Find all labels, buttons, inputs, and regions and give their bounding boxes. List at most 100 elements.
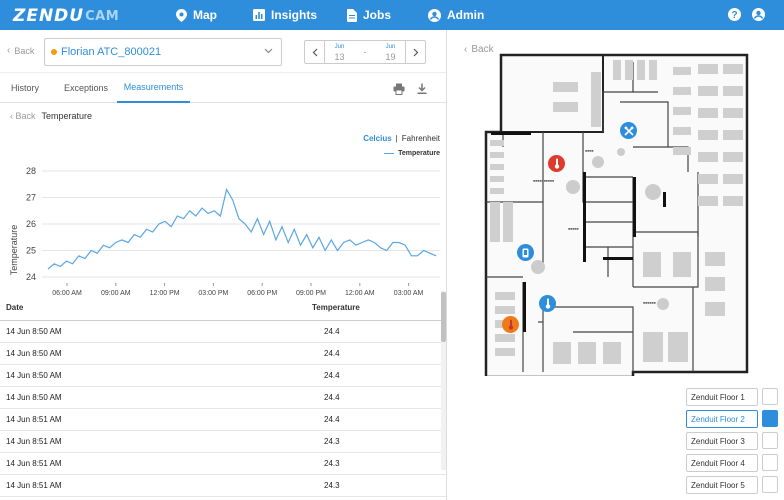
device-select[interactable]: Florian ATC_800021 — [44, 38, 282, 66]
left-panel: ‹ Back Florian ATC_800021 Jun 13 - Jun 1… — [0, 30, 447, 500]
breadcrumb-back-label: Back — [15, 111, 36, 121]
desk-shape — [723, 130, 743, 140]
desk-shape — [649, 60, 657, 80]
desk-shape — [490, 176, 504, 182]
floor-item-4[interactable]: Zenduit Floor 4 — [686, 454, 758, 472]
nav-item-admin[interactable]: Admin — [428, 7, 484, 23]
thermometer-pin-orange[interactable] — [502, 316, 519, 333]
desk-shape — [723, 196, 743, 206]
thermometer-icon — [545, 298, 550, 309]
desk-shape — [668, 332, 688, 362]
desk-shape — [723, 86, 743, 96]
nav-item-insights[interactable]: Insights — [253, 7, 317, 23]
desk-shape — [673, 67, 691, 75]
start-date[interactable]: Jun 13 — [334, 43, 345, 62]
tab-measurements[interactable]: Measurements — [117, 73, 190, 103]
fahrenheit-option[interactable]: Fahrenheit — [402, 134, 440, 143]
table-row[interactable]: 14 Jun 8:50 AM 24.4 — [0, 343, 446, 365]
desk-shape — [705, 302, 725, 316]
column-header-temperature[interactable]: Temperature — [312, 303, 360, 312]
table-row[interactable]: 14 Jun 8:51 AM 24.3 — [0, 453, 446, 475]
breadcrumb-title: Temperature — [41, 111, 93, 121]
table-row[interactable]: 14 Jun 8:50 AM 24.4 — [0, 365, 446, 387]
next-range-button[interactable] — [405, 41, 425, 63]
desk-shape — [553, 102, 578, 112]
desk-shape — [673, 107, 691, 115]
desk-shape — [723, 64, 743, 74]
document-icon — [347, 8, 357, 22]
tools-pin[interactable] — [620, 122, 637, 139]
floor-item-3[interactable]: Zenduit Floor 3 — [686, 432, 758, 450]
back-button[interactable]: ‹ Back — [7, 45, 34, 56]
desk-shape — [673, 252, 691, 277]
floor-toggle-1[interactable] — [762, 388, 778, 405]
table-row[interactable]: 14 Jun 8:51 AM 24.3 — [0, 431, 446, 453]
help-icon[interactable]: ? — [728, 8, 741, 21]
table-row[interactable]: 14 Jun 8:50 AM 24.4 — [0, 321, 446, 343]
temperature-line[interactable] — [47, 187, 437, 270]
temperature-chart: 2425262728 06:00 AM 09:00 AM 12:00 PM 03:00… — [9, 166, 440, 295]
floor-item-5[interactable]: Zenduit Floor 5 — [686, 476, 758, 494]
zenducam-logo[interactable]: ZENDU CAM — [13, 4, 119, 26]
download-icon[interactable] — [416, 83, 428, 95]
room-label-text: ■■■■■ — [568, 227, 579, 231]
cell-temperature: 24.4 — [324, 415, 340, 424]
desk-shape — [698, 64, 718, 74]
thermometer-pin-blue[interactable] — [539, 295, 556, 312]
desk-shape — [603, 342, 621, 364]
floor-item-2[interactable]: Zenduit Floor 2 — [686, 410, 758, 428]
desk-shape — [625, 60, 633, 80]
map-pin-icon — [176, 8, 187, 22]
chevron-left-icon — [312, 48, 317, 56]
chevron-left-icon: ‹ — [464, 44, 468, 55]
device-pin[interactable] — [517, 244, 534, 261]
desk-shape — [673, 127, 691, 135]
nav-item-label: Jobs — [363, 8, 392, 22]
nav-item-jobs[interactable]: Jobs — [347, 7, 391, 23]
previous-range-button[interactable] — [305, 41, 325, 63]
cell-date: 14 Jun 8:51 AM — [6, 459, 62, 468]
y-tick-label: 26 — [26, 219, 36, 229]
desk-shape — [705, 277, 725, 291]
desk-shape — [723, 108, 743, 118]
table-scrollbar-thumb[interactable] — [441, 292, 446, 342]
desk-shape — [643, 252, 661, 277]
table-row[interactable]: 14 Jun 8:50 AM 24.4 — [0, 387, 446, 409]
device-icon — [522, 248, 529, 257]
breadcrumb-back[interactable]: ‹ Back — [10, 111, 36, 121]
desk-shape — [490, 202, 500, 242]
floor-toggle-3[interactable] — [762, 432, 778, 449]
celcius-option[interactable]: Celcius — [363, 134, 391, 143]
chart-legend[interactable]: Temperature — [384, 150, 440, 157]
table-row[interactable]: 14 Jun 8:51 AM 24.4 — [0, 409, 446, 431]
desk-shape — [495, 292, 515, 300]
desk-shape — [673, 147, 691, 155]
column-header-date[interactable]: Date — [6, 303, 23, 312]
measurements-table: 14 Jun 8:50 AM 24.4 14 Jun 8:50 AM 24.4 14… — [0, 321, 446, 497]
desk-shape — [698, 196, 718, 206]
desk-shape — [495, 348, 515, 356]
account-icon[interactable] — [752, 8, 765, 21]
desk-shape — [495, 306, 515, 314]
print-icon[interactable] — [393, 83, 405, 95]
cell-date: 14 Jun 8:50 AM — [6, 393, 62, 402]
legend-line-swatch — [384, 153, 395, 154]
cell-date: 14 Jun 8:51 AM — [6, 481, 62, 490]
desk-shape — [490, 152, 504, 158]
cell-date: 14 Jun 8:51 AM — [6, 415, 62, 424]
tab-history[interactable]: History — [11, 73, 39, 103]
y-tick-label: 28 — [26, 166, 36, 176]
thermometer-pin-red[interactable] — [548, 155, 565, 172]
y-axis-label: Temperature — [9, 225, 19, 276]
floor-item-1[interactable]: Zenduit Floor 1 — [686, 388, 758, 406]
nav-item-map[interactable]: Map — [176, 7, 217, 23]
tab-exceptions[interactable]: Exceptions — [64, 73, 108, 103]
end-date[interactable]: Jun 19 — [385, 43, 395, 62]
floor-plan-map[interactable]: ■■■■■■■■■■ ■■■■ ■■■■■ ■■■■■■ — [483, 52, 750, 376]
table-row[interactable]: 14 Jun 8:51 AM 24.3 — [0, 475, 446, 497]
floor-toggle-5[interactable] — [762, 476, 778, 493]
floor-toggle-4[interactable] — [762, 454, 778, 471]
device-status-dot — [51, 49, 57, 55]
floor-toggle-2[interactable] — [762, 410, 778, 427]
start-month: Jun — [334, 44, 345, 50]
